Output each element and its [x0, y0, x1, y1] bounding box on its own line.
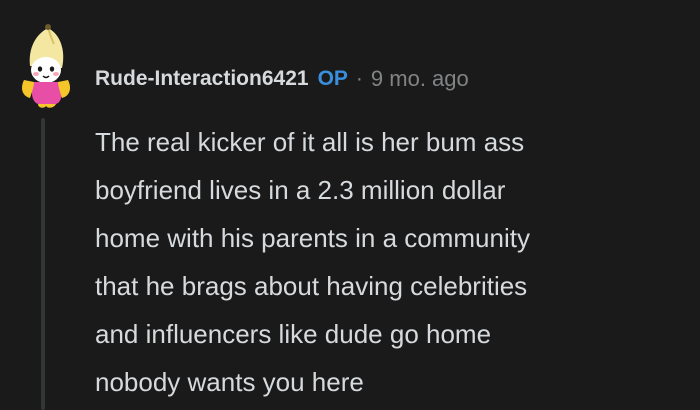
comment: Rude-Interaction6421 OP · 9 mo. ago The … — [0, 0, 700, 410]
thread-collapse-line[interactable] — [41, 118, 45, 410]
comment-timestamp[interactable]: 9 mo. ago — [371, 64, 469, 94]
author-username[interactable]: Rude-Interaction6421 — [95, 64, 309, 94]
snoo-banana-avatar-icon[interactable] — [10, 22, 82, 110]
op-badge: OP — [317, 67, 348, 90]
meta-separator: · — [355, 67, 363, 90]
comment-meta: Rude-Interaction6421 OP · 9 mo. ago — [95, 64, 469, 94]
comment-body: The real kicker of it all is her bum ass… — [95, 127, 530, 397]
